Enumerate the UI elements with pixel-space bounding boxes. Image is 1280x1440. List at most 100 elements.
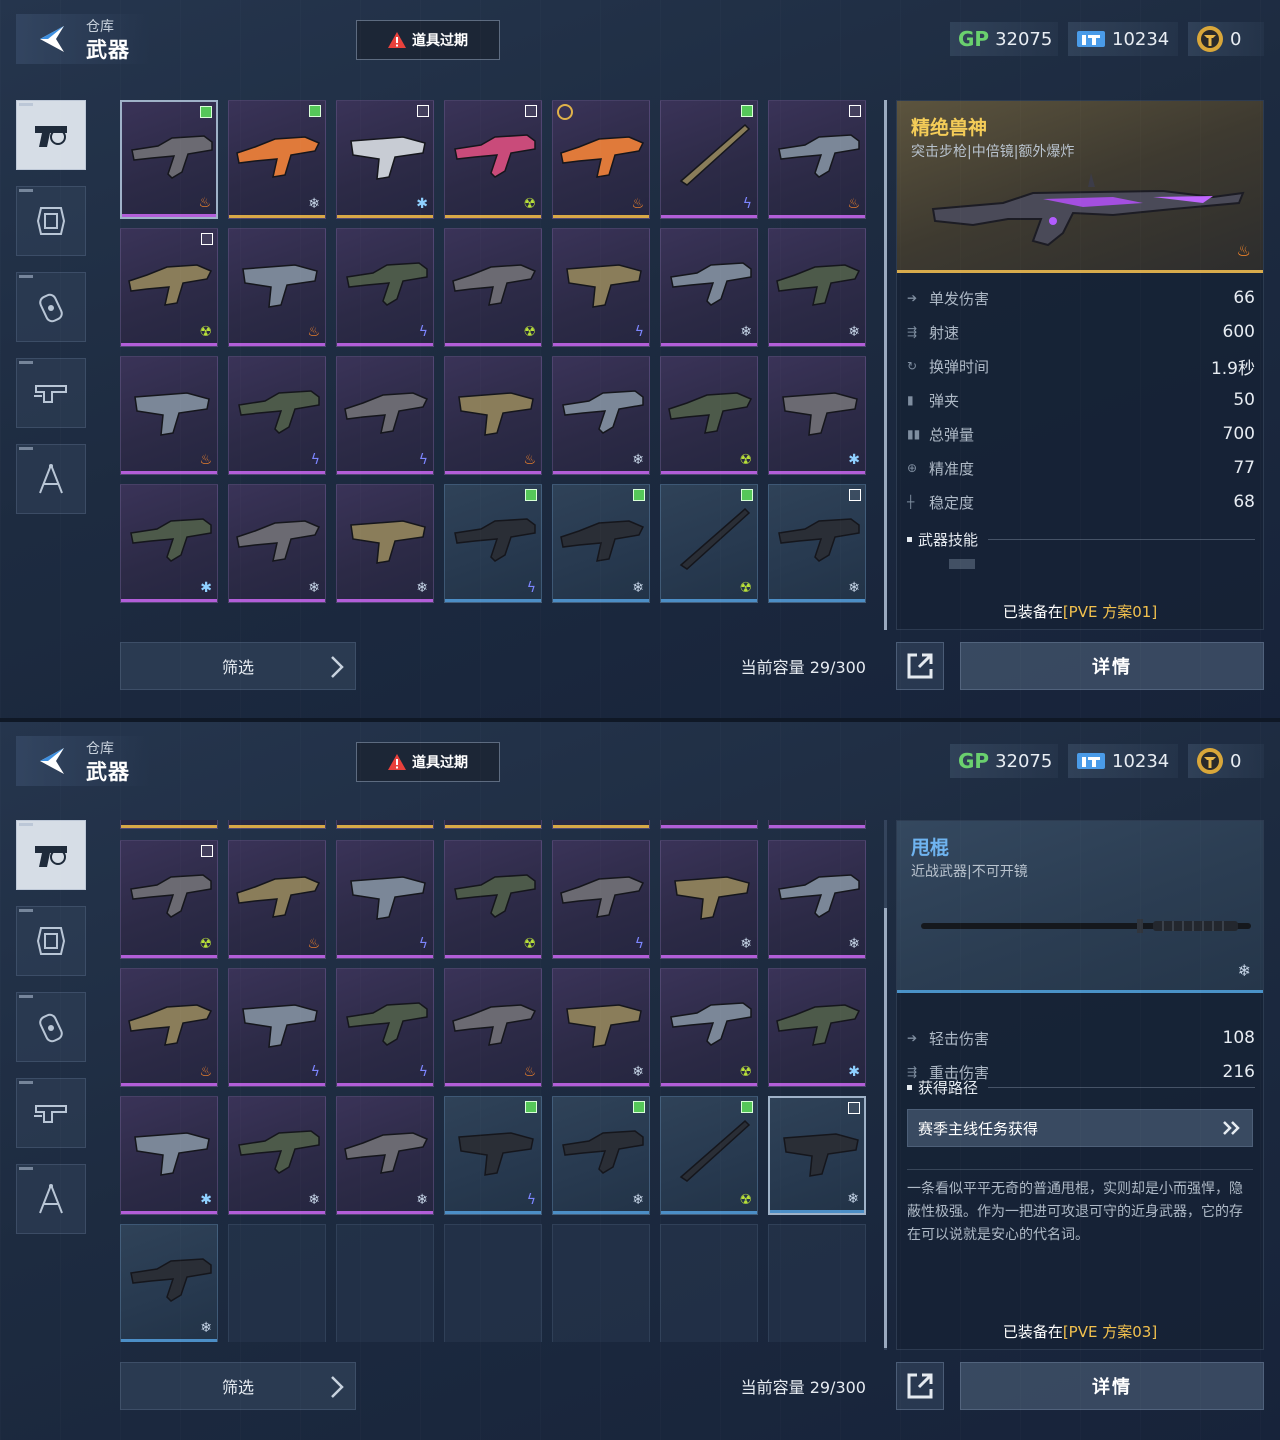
weapon-card[interactable]: ϟ [660, 100, 758, 219]
equip-checkbox[interactable] [200, 106, 212, 118]
weapon-card[interactable]: ❄ [120, 1224, 218, 1342]
weapon-card[interactable]: ♨ [120, 100, 218, 219]
grid-scrollbar[interactable] [884, 820, 887, 1350]
weapon-card[interactable]: ❄ [660, 840, 758, 959]
lightning-element-icon: ϟ [526, 1192, 536, 1208]
export-button[interactable] [896, 1362, 944, 1410]
filter-button[interactable]: 筛选 [120, 1362, 356, 1410]
weapon-card[interactable]: ❄ [768, 840, 866, 959]
equip-checkbox[interactable] [848, 1102, 860, 1114]
weapon-card[interactable]: ❄ [552, 968, 650, 1087]
equip-checkbox[interactable] [201, 845, 213, 857]
equip-checkbox[interactable] [417, 105, 429, 117]
weapon-card[interactable]: ϟ [444, 1096, 542, 1215]
weapon-card[interactable]: ✱ [120, 484, 218, 603]
equip-checkbox[interactable] [741, 105, 753, 117]
weapon-card[interactable]: ☢ [444, 100, 542, 219]
weapon-card[interactable]: ♨ [552, 100, 650, 219]
weapon-card-partial[interactable] [768, 820, 866, 829]
weapon-card[interactable]: ❄ [228, 100, 326, 219]
back-button[interactable]: 仓库 武器 [16, 736, 150, 786]
weapon-card[interactable]: ❄ [768, 228, 866, 347]
weapon-card[interactable]: ❄ [336, 1096, 434, 1215]
weapon-card[interactable]: ❄ [228, 1096, 326, 1215]
equip-checkbox[interactable] [741, 1101, 753, 1113]
scroll-thumb[interactable] [884, 100, 887, 630]
equip-checkbox[interactable] [525, 105, 537, 117]
detail-button[interactable]: 详情 [960, 642, 1264, 690]
weapon-card[interactable]: ϟ [444, 484, 542, 603]
weapon-card[interactable]: ❄ [228, 484, 326, 603]
category-gun-parts[interactable] [16, 358, 86, 428]
weapon-card[interactable]: ♨ [120, 356, 218, 475]
source-quest-button[interactable]: 赛季主线任务获得 [907, 1109, 1253, 1147]
weapon-card[interactable]: ☢ [120, 228, 218, 347]
weapon-card[interactable]: ✱ [768, 968, 866, 1087]
equip-checkbox[interactable] [849, 489, 861, 501]
equip-checkbox[interactable] [525, 1101, 537, 1113]
weapon-card[interactable]: ϟ [336, 356, 434, 475]
category-compass[interactable] [16, 444, 86, 514]
equip-checkbox[interactable] [633, 489, 645, 501]
weapon-card-partial[interactable] [228, 820, 326, 829]
scroll-thumb[interactable] [884, 908, 887, 1348]
weapon-card[interactable]: ϟ [336, 228, 434, 347]
weapon-card-partial[interactable] [552, 820, 650, 829]
weapon-card[interactable]: ϟ [228, 356, 326, 475]
weapon-card[interactable]: ✱ [768, 356, 866, 475]
weapon-card-partial[interactable] [660, 820, 758, 829]
weapon-card[interactable]: ϟ [552, 840, 650, 959]
equip-checkbox[interactable] [201, 233, 213, 245]
weapon-card[interactable]: ☢ [660, 484, 758, 603]
weapon-card[interactable]: ☢ [660, 1096, 758, 1215]
category-compass[interactable] [16, 1164, 86, 1234]
filter-button[interactable]: 筛选 [120, 642, 356, 690]
equip-checkbox[interactable] [309, 105, 321, 117]
weapon-card[interactable]: ❄ [336, 484, 434, 603]
skill-slot[interactable] [949, 559, 975, 569]
weapon-card[interactable]: ☢ [120, 840, 218, 959]
weapon-card[interactable]: ϟ [552, 228, 650, 347]
weapon-card[interactable]: ♨ [120, 968, 218, 1087]
equip-checkbox[interactable] [525, 489, 537, 501]
weapon-card[interactable]: ☢ [444, 840, 542, 959]
weapon-card-partial[interactable] [336, 820, 434, 829]
category-gun-parts[interactable] [16, 1078, 86, 1148]
back-button[interactable]: 仓库 武器 [16, 14, 150, 64]
category-pistol[interactable] [16, 100, 86, 170]
weapon-card[interactable]: ❄ [768, 1096, 866, 1215]
equip-checkbox[interactable] [633, 1101, 645, 1113]
weapon-card[interactable]: ♨ [444, 356, 542, 475]
category-pistol[interactable] [16, 820, 86, 890]
weapon-card[interactable]: ❄ [660, 228, 758, 347]
weapon-card[interactable]: ☢ [444, 228, 542, 347]
grid-scrollbar[interactable] [884, 100, 887, 630]
weapon-card[interactable]: ❄ [552, 356, 650, 475]
weapon-card[interactable]: ❄ [768, 484, 866, 603]
weapon-card[interactable]: ❄ [552, 1096, 650, 1215]
weapon-card-partial[interactable] [444, 820, 542, 829]
category-grenade[interactable] [16, 992, 86, 1062]
category-grenade[interactable] [16, 272, 86, 342]
weapon-card[interactable]: ❄ [552, 484, 650, 603]
equip-checkbox[interactable] [741, 489, 753, 501]
weapon-card[interactable]: ✱ [336, 100, 434, 219]
weapon-card[interactable]: ♨ [228, 840, 326, 959]
expired-items-button[interactable]: 道具过期 [356, 742, 500, 782]
equip-checkbox[interactable] [849, 105, 861, 117]
weapon-card[interactable]: ♨ [768, 100, 866, 219]
weapon-card-partial[interactable] [120, 820, 218, 829]
detail-button[interactable]: 详情 [960, 1362, 1264, 1410]
category-frame[interactable] [16, 186, 86, 256]
category-frame[interactable] [16, 906, 86, 976]
weapon-card[interactable]: ϟ [336, 840, 434, 959]
weapon-card[interactable]: ✱ [120, 1096, 218, 1215]
weapon-card[interactable]: ☢ [660, 968, 758, 1087]
export-button[interactable] [896, 642, 944, 690]
weapon-card[interactable]: ♨ [228, 228, 326, 347]
weapon-card[interactable]: ϟ [336, 968, 434, 1087]
expired-items-button[interactable]: 道具过期 [356, 20, 500, 60]
weapon-card[interactable]: ϟ [228, 968, 326, 1087]
weapon-card[interactable]: ☢ [660, 356, 758, 475]
weapon-card[interactable]: ♨ [444, 968, 542, 1087]
